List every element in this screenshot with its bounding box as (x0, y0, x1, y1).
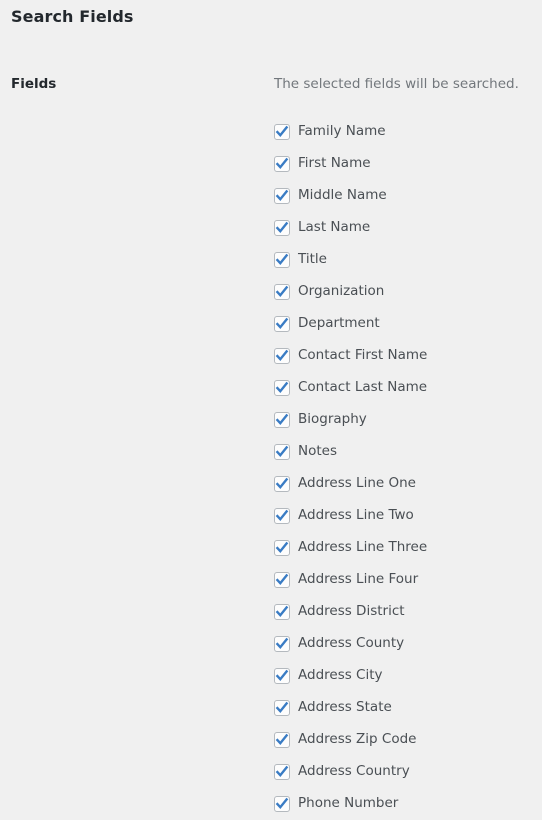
search-field-label: Phone Number (298, 795, 399, 812)
checkbox-checked-icon[interactable] (274, 796, 290, 812)
search-field-row[interactable]: Address County (274, 628, 536, 660)
search-field-row[interactable]: Organization (274, 276, 536, 308)
checkbox-checked-icon[interactable] (274, 604, 290, 620)
search-field-row[interactable]: Address Line Three (274, 532, 536, 564)
checkbox-checked-icon[interactable] (274, 540, 290, 556)
search-field-row[interactable]: Title (274, 244, 536, 276)
search-field-row[interactable]: Notes (274, 436, 536, 468)
search-field-row[interactable]: Address Zip Code (274, 724, 536, 756)
checkbox-checked-icon[interactable] (274, 380, 290, 396)
search-field-row[interactable]: Address Line Four (274, 564, 536, 596)
search-field-row[interactable]: Address State (274, 692, 536, 724)
checkbox-checked-icon[interactable] (274, 124, 290, 140)
search-field-label: Biography (298, 411, 367, 428)
checkbox-checked-icon[interactable] (274, 284, 290, 300)
search-field-label: Contact First Name (298, 347, 428, 364)
checkbox-checked-icon[interactable] (274, 316, 290, 332)
search-field-row[interactable]: Phone Number (274, 788, 536, 820)
search-field-row[interactable]: Address District (274, 596, 536, 628)
search-field-row[interactable]: Address City (274, 660, 536, 692)
search-fields-checkbox-list: Family Name First Name Middle Name Last Nam… (274, 116, 536, 820)
checkbox-checked-icon[interactable] (274, 700, 290, 716)
checkbox-checked-icon[interactable] (274, 348, 290, 364)
search-field-row[interactable]: Address Line One (274, 468, 536, 500)
checkbox-checked-icon[interactable] (274, 572, 290, 588)
checkbox-checked-icon[interactable] (274, 636, 290, 652)
fields-section-description: The selected fields will be searched. (274, 76, 519, 92)
search-field-label: Middle Name (298, 187, 387, 204)
search-field-row[interactable]: Biography (274, 404, 536, 436)
search-field-label: Family Name (298, 123, 386, 140)
checkbox-checked-icon[interactable] (274, 508, 290, 524)
checkbox-checked-icon[interactable] (274, 252, 290, 268)
checkbox-checked-icon[interactable] (274, 732, 290, 748)
search-field-label: Address District (298, 603, 405, 620)
checkbox-checked-icon[interactable] (274, 764, 290, 780)
checkbox-checked-icon[interactable] (274, 156, 290, 172)
search-field-row[interactable]: Contact Last Name (274, 372, 536, 404)
checkbox-checked-icon[interactable] (274, 220, 290, 236)
search-field-label: Address Line Two (298, 507, 414, 524)
search-field-label: Address Line Four (298, 571, 419, 588)
search-field-row[interactable]: First Name (274, 148, 536, 180)
search-field-row[interactable]: Address Line Two (274, 500, 536, 532)
search-field-label: Notes (298, 443, 337, 460)
checkbox-checked-icon[interactable] (274, 668, 290, 684)
search-field-label: Organization (298, 283, 385, 300)
search-field-label: Title (298, 251, 327, 268)
search-field-row[interactable]: Family Name (274, 116, 536, 148)
search-field-label: Address Zip Code (298, 731, 417, 748)
search-field-row[interactable]: Department (274, 308, 536, 340)
search-field-row[interactable]: Last Name (274, 212, 536, 244)
fields-section-label: Fields (11, 76, 57, 92)
checkbox-checked-icon[interactable] (274, 188, 290, 204)
search-field-label: First Name (298, 155, 371, 172)
page-title: Search Fields (11, 7, 134, 26)
checkbox-checked-icon[interactable] (274, 444, 290, 460)
search-field-label: Address City (298, 667, 383, 684)
search-field-label: Address County (298, 635, 405, 652)
search-field-label: Address Line Three (298, 539, 428, 556)
search-field-row[interactable]: Middle Name (274, 180, 536, 212)
search-field-row[interactable]: Address Country (274, 756, 536, 788)
checkbox-checked-icon[interactable] (274, 412, 290, 428)
search-field-label: Address Country (298, 763, 410, 780)
search-field-label: Last Name (298, 219, 371, 236)
search-field-label: Department (298, 315, 380, 332)
search-field-label: Address State (298, 699, 392, 716)
search-field-label: Address Line One (298, 475, 416, 492)
search-field-label: Contact Last Name (298, 379, 428, 396)
checkbox-checked-icon[interactable] (274, 476, 290, 492)
search-field-row[interactable]: Contact First Name (274, 340, 536, 372)
